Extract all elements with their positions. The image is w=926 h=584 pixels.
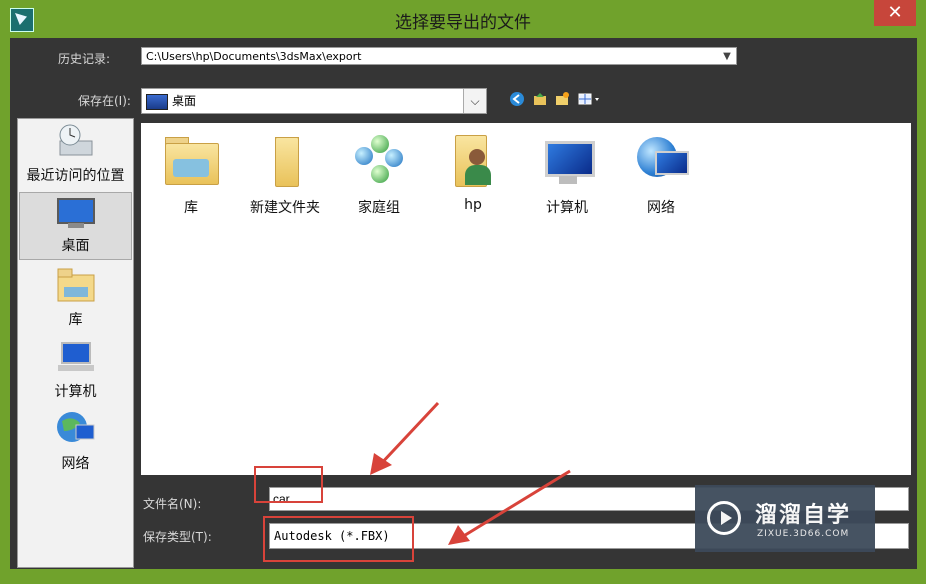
file-list[interactable]: 库 新建文件夹 家庭组 hp 计算机 网络 [141,123,911,475]
view-menu-icon[interactable] [578,91,604,109]
history-value: C:\Users\hp\Documents\3dsMax\export [146,50,362,63]
libraries-folder-icon [163,133,219,189]
network-icon [633,133,689,189]
place-label: 库 [68,312,83,328]
homegroup-icon [351,133,407,189]
watermark: 溜溜自学 ZIXUE.3D66.COM [695,485,875,552]
file-label: 新建文件夹 [250,200,320,216]
up-folder-icon[interactable] [531,91,549,109]
file-item[interactable]: hp [428,133,518,213]
place-recent[interactable]: 最近访问的位置 [18,123,133,189]
history-label: 历史记录: [58,52,111,66]
desktop-mini-icon [146,94,168,110]
filetype-label: 保存类型(T): [143,530,212,544]
place-computer[interactable]: 计算机 [18,337,133,403]
user-folder-icon [445,133,501,189]
network-icon [56,412,94,442]
libraries-icon [57,268,94,302]
folder-icon [257,133,313,189]
file-item[interactable]: 家庭组 [334,133,424,217]
place-label: 最近访问的位置 [26,168,125,184]
file-item[interactable]: 新建文件夹 [240,133,330,217]
watermark-subtitle: ZIXUE.3D66.COM [757,529,850,539]
file-item[interactable]: 计算机 [522,133,612,217]
watermark-title: 溜溜自学 [755,503,852,528]
arrow-annotation [448,469,571,545]
computer-icon [539,133,595,189]
new-folder-icon[interactable] [553,91,571,109]
close-button[interactable]: ✕ [874,0,916,26]
place-desktop[interactable]: 桌面 [19,192,132,260]
highlight-box-filetype [263,516,414,562]
recent-places-icon [59,124,92,156]
title-bar[interactable]: 选择要导出的文件 ✕ [0,0,926,38]
place-label: 网络 [61,456,90,472]
arrow-annotation [370,401,440,475]
filename-label: 文件名(N): [143,497,202,511]
place-network[interactable]: 网络 [18,409,133,475]
file-label: 网络 [647,200,675,216]
file-label: 计算机 [546,200,588,216]
file-label: hp [464,197,482,213]
chevron-down-icon[interactable]: ▼ [718,48,736,64]
place-label: 桌面 [61,238,90,254]
file-item[interactable]: 库 [146,133,236,217]
highlight-box-filename [254,466,323,503]
savein-value: 桌面 [172,94,197,108]
places-bar: 最近访问的位置 桌面 库 计算机 网络 [17,118,134,568]
desktop-icon [56,198,95,228]
history-dropdown[interactable]: C:\Users\hp\Documents\3dsMax\export ▼ [141,47,737,65]
file-label: 家庭组 [358,200,400,216]
savein-label: 保存在(I): [78,94,131,108]
place-label: 计算机 [54,384,97,400]
savein-dropdown[interactable]: 桌面 ⌵ [141,88,487,114]
computer-icon [57,342,94,371]
place-libraries[interactable]: 库 [18,265,133,331]
chevron-down-icon[interactable]: ⌵ [463,89,486,113]
play-logo-icon [707,501,741,535]
file-label: 库 [184,200,198,216]
file-item[interactable]: 网络 [616,133,706,217]
dialog-title: 选择要导出的文件 [395,13,531,33]
back-icon[interactable] [508,91,526,109]
